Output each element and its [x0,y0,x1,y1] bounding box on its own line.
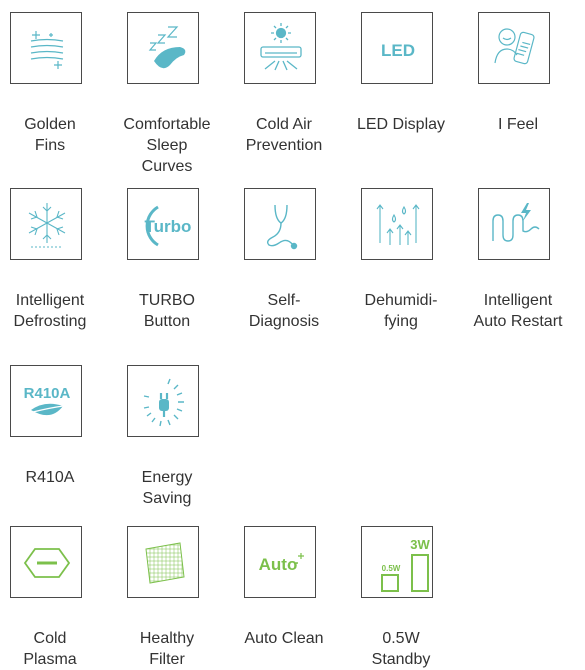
defrost-icon [28,203,66,248]
cold-plasma-icon-box [10,526,82,598]
feature-label: Cold Air Prevention [245,116,323,154]
standby-icon-box: 3W 0.5W [361,526,433,598]
feature-label: Healthy Filter [139,630,195,668]
healthy-filter-icon-box [127,526,199,598]
standby-icon: 3W 0.5W [381,537,430,592]
led-display-icon: LED [381,41,415,60]
svg-text:0.5W: 0.5W [382,564,401,573]
self-diagnosis-icon [266,204,298,250]
self-diagnosis-icon-box [244,188,316,260]
feature-label: Intelligent Auto Restart [473,292,563,330]
energy-saving-icon-box [127,365,199,437]
defrost-icon-box [10,188,82,260]
feature-label: TURBO Button [139,292,195,330]
feature-label: Self- Diagnosis [248,292,320,330]
golden-fins-icon-box [10,12,82,84]
feature-label: I Feel [497,116,538,133]
i-feel-icon-box [478,12,550,84]
svg-text:Turbo: Turbo [145,217,192,236]
r410a-icon: R410A [24,385,71,416]
feature-label: Energy Saving [141,469,193,507]
golden-fins-icon [30,31,64,69]
feature-label: Auto Clean [244,630,324,647]
r410a-icon-box: R410A [10,365,82,437]
cold-air-prevention-icon [260,23,302,71]
feature-label: Cold Plasma [23,630,77,668]
energy-saving-icon [143,378,184,427]
svg-text:LED: LED [381,41,415,60]
feature-label: Dehumidi-fying [364,292,438,330]
auto-restart-icon [492,203,540,242]
cold-plasma-icon [23,548,71,578]
svg-text:Auto: Auto [259,555,298,574]
auto-clean-icon-box: Auto [244,526,316,598]
healthy-filter-icon [145,542,185,584]
turbo-icon-box: Turbo [127,188,199,260]
sleep-curves-icon [148,26,186,69]
sleep-curves-icon-box [127,12,199,84]
feature-label: R410A [25,469,75,486]
feature-label: LED Display [356,116,446,133]
svg-text:R410A: R410A [24,385,71,402]
cold-air-prevention-icon-box [244,12,316,84]
led-display-icon-box: LED [361,12,433,84]
feature-label: 0.5W Standby [371,630,431,668]
feature-label: Intelligent Defrosting [13,292,87,330]
auto-clean-icon: Auto [259,553,304,574]
feature-label: Golden Fins [24,116,76,154]
i-feel-icon [494,28,535,65]
dehumidify-icon [376,204,420,245]
auto-restart-icon-box [478,188,550,260]
feature-label: Comfortable Sleep Curves [123,116,211,175]
turbo-icon: Turbo [145,205,192,247]
dehumidify-icon-box [361,188,433,260]
svg-text:3W: 3W [410,537,430,552]
